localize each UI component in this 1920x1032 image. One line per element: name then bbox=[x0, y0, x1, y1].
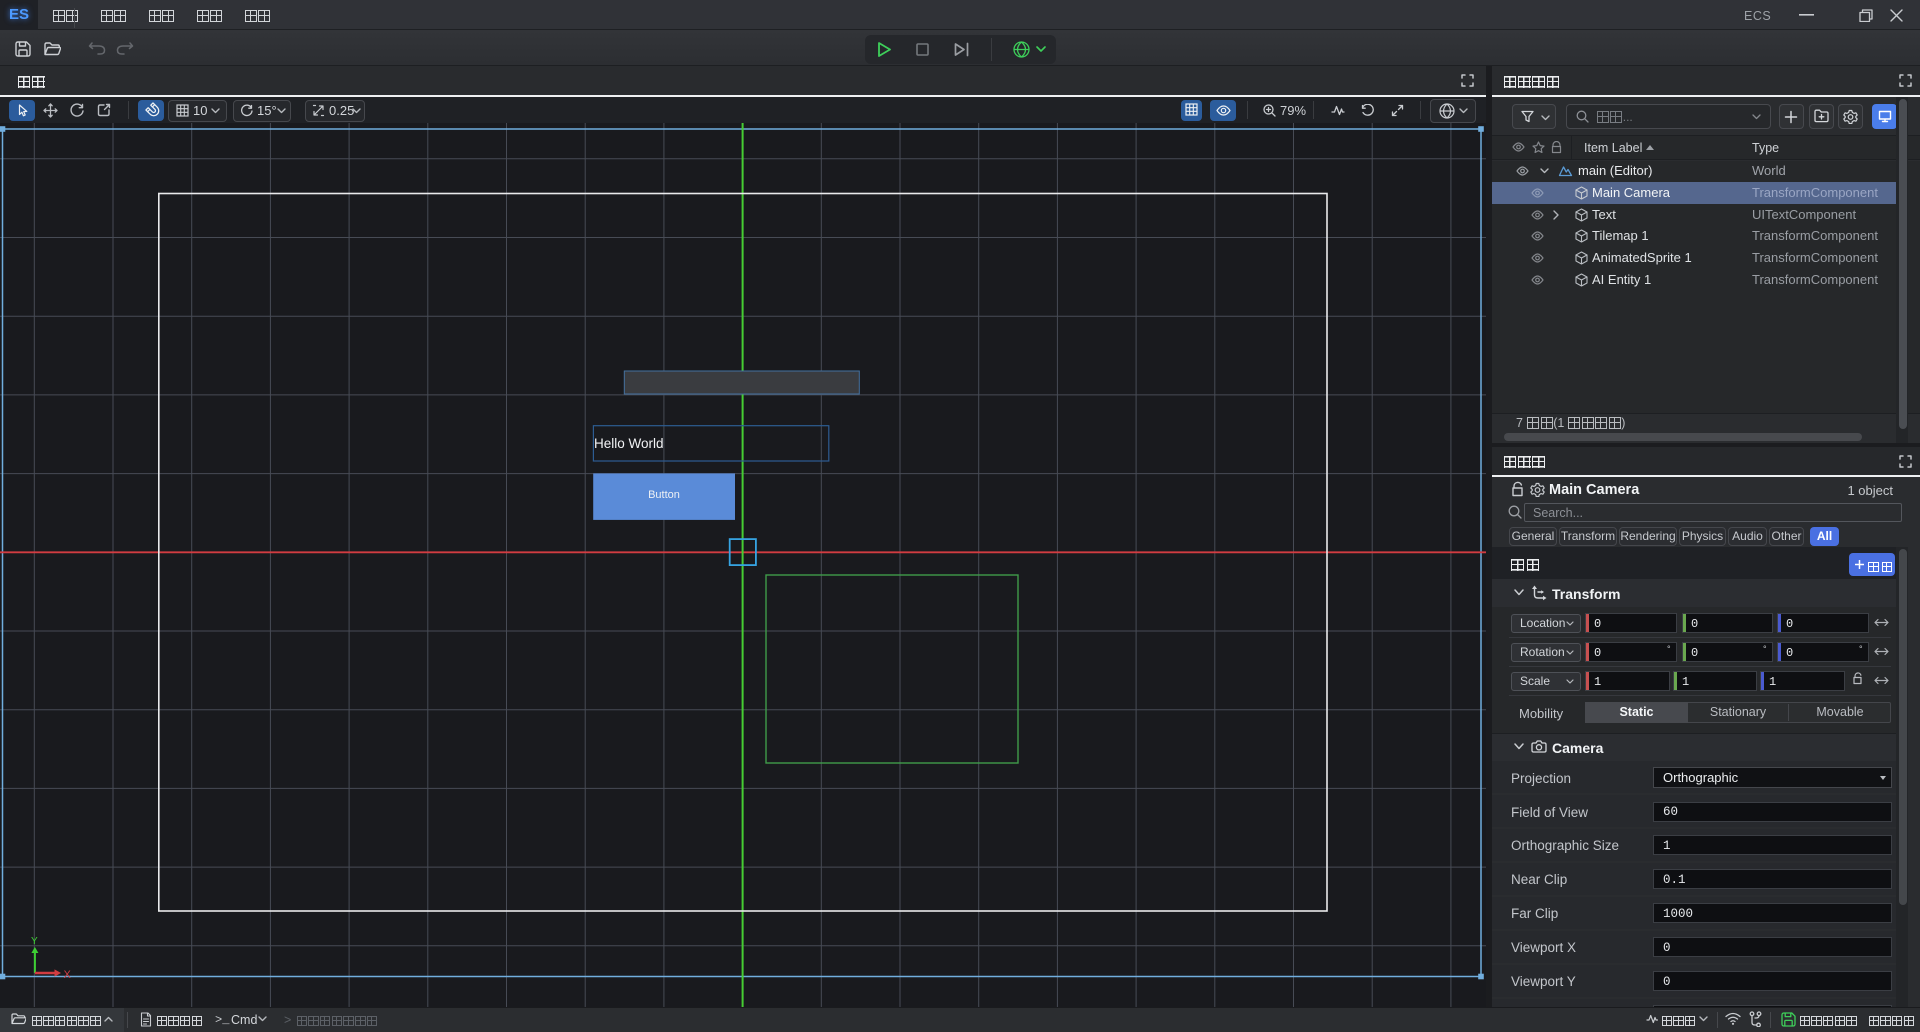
svg-text:X: X bbox=[64, 969, 72, 981]
svg-text:Hello World: Hello World bbox=[594, 436, 664, 451]
svg-text:Button: Button bbox=[648, 489, 680, 501]
svg-text:Y: Y bbox=[31, 936, 38, 947]
